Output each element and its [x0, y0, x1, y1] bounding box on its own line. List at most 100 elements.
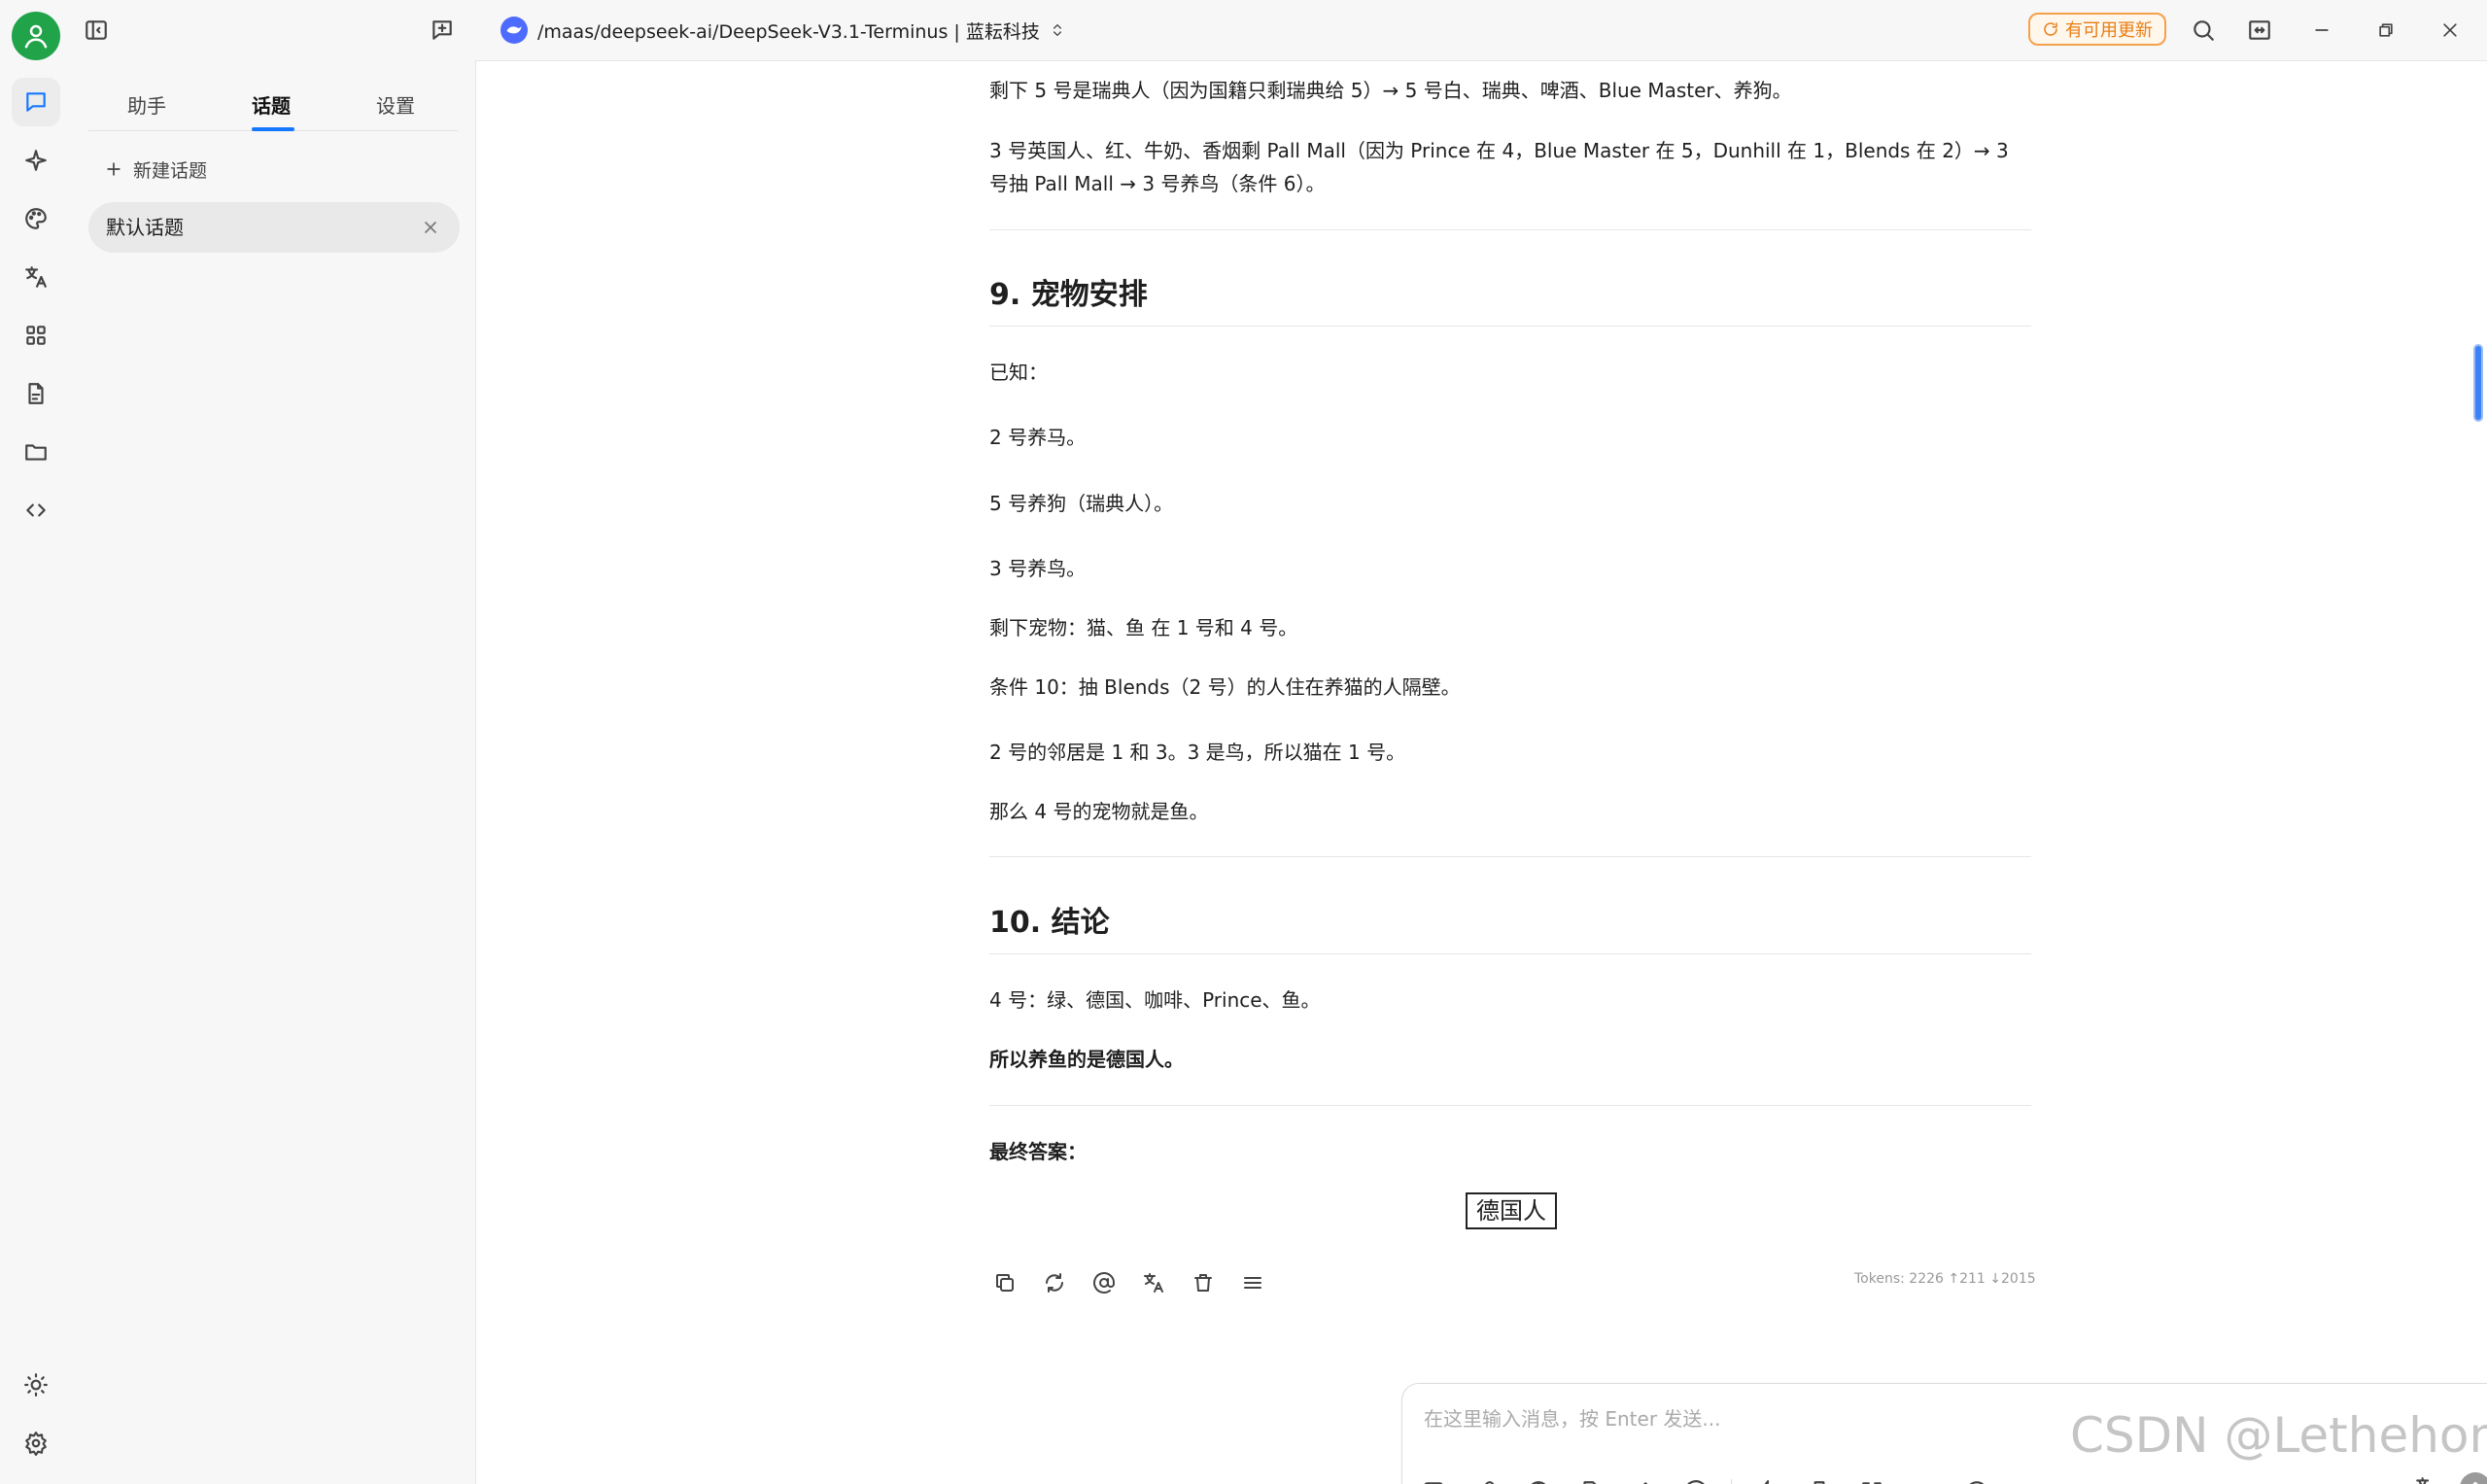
lightning-icon: [1764, 1480, 1770, 1484]
chat-main: 剩下 5 号是瑞典人（因为国籍只剩瑞典给 5）→ 5 号白、瑞典、啤酒、Blue…: [476, 60, 2487, 1484]
mention-button[interactable]: [1678, 1474, 1713, 1484]
hammer-icon: [1642, 1482, 1648, 1484]
title-bar: /maas/deepseek-ai/DeepSeek-V3.1-Terminus…: [73, 0, 2487, 61]
new-topic-top-button[interactable]: [423, 11, 462, 50]
clear-context-button[interactable]: [1907, 1474, 1942, 1484]
conclusion-bold: 所以养鱼的是德国人。: [989, 1048, 1184, 1071]
topic-sidebar: 助手 话题 设置 新建话题 默认话题: [73, 60, 476, 1484]
model-selector[interactable]: /maas/deepseek-ai/DeepSeek-V3.1-Terminus…: [501, 13, 1065, 48]
palette-icon: [25, 208, 47, 229]
knowledge-base-button[interactable]: [1573, 1474, 1608, 1484]
new-topic-tool-button[interactable]: [1416, 1474, 1451, 1484]
globe-icon: [1531, 1481, 1546, 1484]
toggle-sidebar-button[interactable]: [77, 11, 116, 50]
rail-translate-button[interactable]: [12, 253, 60, 301]
send-button[interactable]: [2460, 1472, 2487, 1484]
rail-folder-button[interactable]: [12, 428, 60, 476]
translate-icon: [25, 266, 47, 288]
paragraph: 条件 10：抽 Blends（2 号）的人住在养猫的人隔壁。: [989, 675, 1461, 699]
message-input[interactable]: 在这里输入消息，按 Enter 发送...: [1424, 1403, 1720, 1432]
web-search-button[interactable]: [1521, 1474, 1556, 1484]
gear-icon: [25, 1432, 47, 1456]
close-window-button[interactable]: [2431, 11, 2470, 50]
watermark: CSDN @Lethehong: [2070, 1407, 2487, 1464]
close-icon[interactable]: [421, 218, 440, 237]
regenerate-button[interactable]: [1039, 1267, 1070, 1298]
sun-icon: [24, 1373, 48, 1397]
translate-icon: [2416, 1477, 2430, 1484]
toolbar-separator: [1731, 1479, 1732, 1484]
fullscreen-button[interactable]: [1854, 1474, 1889, 1484]
search-button[interactable]: [2184, 11, 2223, 50]
tab-topics[interactable]: 话题: [213, 80, 329, 131]
minimize-icon: [2315, 29, 2329, 31]
paragraph: 已知：: [989, 361, 1048, 384]
model-title-text: /maas/deepseek-ai/DeepSeek-V3.1-Terminus…: [537, 20, 1040, 43]
rail-theme-button[interactable]: [12, 1361, 60, 1409]
boxed-answer: 德国人: [1466, 1192, 1557, 1229]
restore-button[interactable]: [2366, 11, 2405, 50]
mention-model-button[interactable]: [1088, 1267, 1120, 1298]
divider: [989, 1105, 2031, 1106]
new-topic-button[interactable]: 新建话题: [104, 150, 207, 189]
eraser-icon: [1912, 1479, 1937, 1484]
refresh-icon: [1046, 1273, 1063, 1293]
paragraph: 那么 4 号的宠物就是鱼。: [989, 800, 1209, 823]
at-sign-icon: [1687, 1480, 1705, 1484]
close-icon: [2443, 23, 2457, 37]
apps-grid-icon: [26, 326, 46, 345]
mcp-tools-button[interactable]: [1626, 1474, 1661, 1484]
copy-icon: [996, 1274, 1014, 1292]
folder-icon: [25, 444, 47, 461]
sidebar-tabs: 助手 话题 设置: [88, 80, 458, 131]
update-label: 有可用更新: [2065, 20, 2153, 41]
user-avatar[interactable]: [12, 12, 60, 60]
rail-chat-button[interactable]: [12, 78, 60, 126]
rail-settings-button[interactable]: [12, 1419, 60, 1467]
minimize-button[interactable]: [2302, 11, 2341, 50]
new-chat-icon: [432, 20, 452, 40]
paragraph: 剩下 5 号是瑞典人（因为国籍只剩瑞典给 5）→ 5 号白、瑞典、啤酒、Blue…: [989, 79, 1792, 102]
code-icon: [26, 503, 46, 517]
narrow-mode-button[interactable]: [2240, 11, 2279, 50]
whale-icon: [506, 25, 522, 34]
attach-button[interactable]: [1468, 1474, 1503, 1484]
translate-icon: [1144, 1273, 1163, 1293]
rail-agents-button[interactable]: [12, 136, 60, 185]
topic-item[interactable]: 默认话题: [88, 202, 460, 253]
token-count: Tokens: 2226 ↑211 ↓2015: [1854, 1271, 2036, 1287]
paragraph: 2 号养马。: [989, 426, 1087, 449]
translate-input-button[interactable]: [2409, 1470, 2444, 1484]
deepseek-logo-icon: [501, 17, 528, 44]
input-toolbar: [1416, 1474, 1994, 1484]
topic-label: 默认话题: [106, 216, 184, 239]
copy-button[interactable]: [989, 1267, 1020, 1298]
collapse-button[interactable]: [1959, 1474, 1994, 1484]
user-icon: [24, 24, 48, 49]
new-chat-icon: [1424, 1482, 1443, 1484]
rail-files-button[interactable]: [12, 369, 60, 418]
paragraph: 3 号英国人、红、牛奶、香烟剩 Pall Mall（因为 Prince 在 4，…: [989, 139, 2009, 195]
rail-code-button[interactable]: [12, 486, 60, 535]
delete-message-button[interactable]: [1188, 1267, 1219, 1298]
divider: [989, 856, 2031, 857]
tab-settings[interactable]: 设置: [337, 80, 454, 128]
quick-phrases-button[interactable]: [1749, 1474, 1784, 1484]
scrollbar-thumb[interactable]: [2473, 344, 2483, 422]
restore-icon: [2379, 23, 2393, 37]
rail-apps-button[interactable]: [12, 311, 60, 360]
tab-assistant[interactable]: 助手: [88, 80, 205, 128]
brush-icon: [1813, 1481, 1825, 1484]
chevron-up-down-icon: [1053, 24, 1061, 36]
divider: [989, 229, 2031, 230]
heading-conclusion: 10. 结论: [989, 906, 1110, 940]
update-available-badge[interactable]: 有可用更新: [2028, 13, 2166, 46]
chat-bubble-icon: [26, 92, 46, 112]
rail-paint-button[interactable]: [12, 194, 60, 243]
translate-message-button[interactable]: [1138, 1267, 1169, 1298]
paragraph: 2 号的邻居是 1 和 3。3 是鸟，所以猫在 1 号。: [989, 741, 1406, 764]
heading-underline: [989, 953, 2031, 954]
pin-button[interactable]: [1802, 1474, 1837, 1484]
plus-icon: [107, 162, 121, 176]
more-menu-button[interactable]: [1237, 1267, 1268, 1298]
